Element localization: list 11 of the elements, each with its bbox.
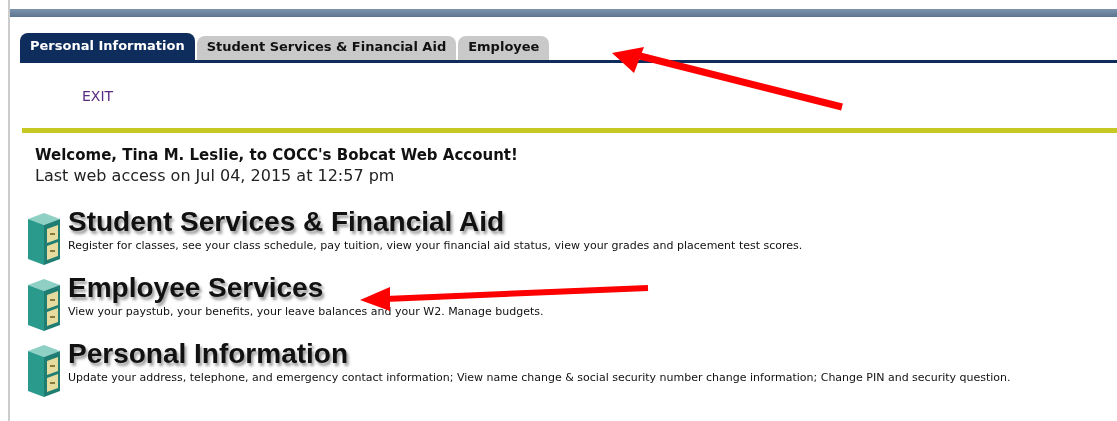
- section-description: Register for classes, see your class schedule, pay tuition, view your financial aid status, view your grades and placement test scores.: [68, 239, 804, 253]
- tab[interactable]: Personal Information: [20, 33, 195, 60]
- welcome-message: Welcome, Tina M. Leslie, to COCC's Bobcat Web Account!: [35, 146, 519, 164]
- section-heading-link[interactable]: Employee Services: [68, 271, 324, 305]
- tab[interactable]: Employee: [458, 36, 550, 60]
- section-heading-link[interactable]: Personal Information: [68, 337, 349, 371]
- tab[interactable]: Student Services & Financial Aid: [196, 36, 457, 60]
- section-heading-link[interactable]: Student Services & Financial Aid: [68, 205, 505, 239]
- exit-link[interactable]: EXIT: [82, 88, 114, 104]
- last-access-text: Last web access on Jul 04, 2015 at 12:57 pm: [35, 166, 396, 185]
- section-description: Update your address, telephone, and emergency contact information; View name change & social security number change information; Change PIN and security question.: [68, 371, 1012, 385]
